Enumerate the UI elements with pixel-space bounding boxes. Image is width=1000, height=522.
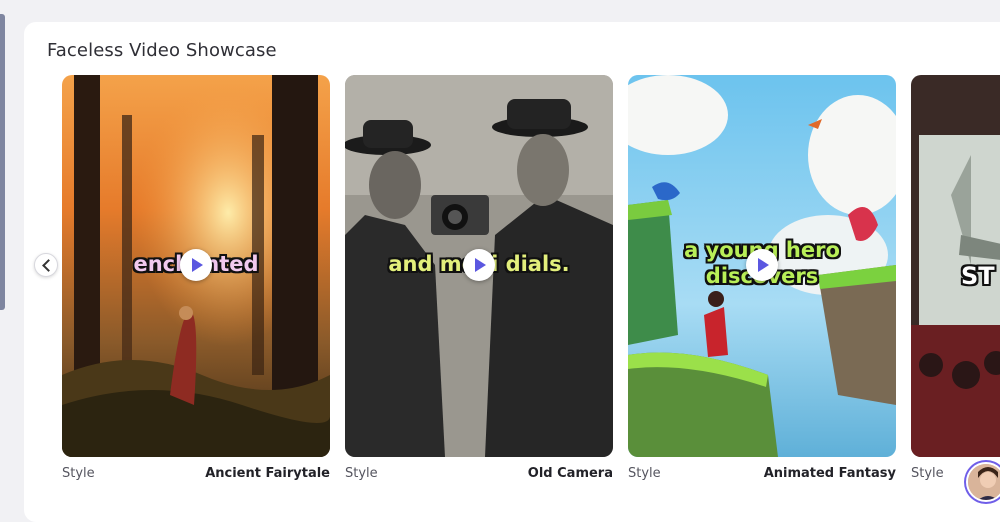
play-icon[interactable] [463, 249, 495, 281]
avatar-image [968, 464, 1000, 500]
style-value: Animated Fantasy [763, 466, 896, 481]
play-icon[interactable] [180, 249, 212, 281]
style-value: Ancient Fairytale [205, 466, 330, 481]
user-avatar[interactable] [966, 462, 1000, 502]
chevron-left-icon[interactable] [34, 253, 58, 277]
video-card-ancient-fairytale[interactable]: enchanted [62, 75, 330, 457]
style-label: Style [345, 466, 378, 481]
style-label: Style [911, 466, 944, 481]
style-label: Style [62, 466, 95, 481]
style-value: Old Camera [527, 466, 613, 481]
style-label: Style [628, 466, 661, 481]
video-card-animated-fantasy[interactable]: a young hero discovers [628, 75, 896, 457]
video-card-old-camera[interactable]: and moni dials. [345, 75, 613, 457]
video-card-partial[interactable]: ST [911, 75, 1000, 457]
play-icon[interactable] [746, 249, 778, 281]
video-caption: ST [961, 262, 995, 290]
sidebar-edge [0, 14, 5, 310]
section-title: Faceless Video Showcase [47, 40, 277, 61]
